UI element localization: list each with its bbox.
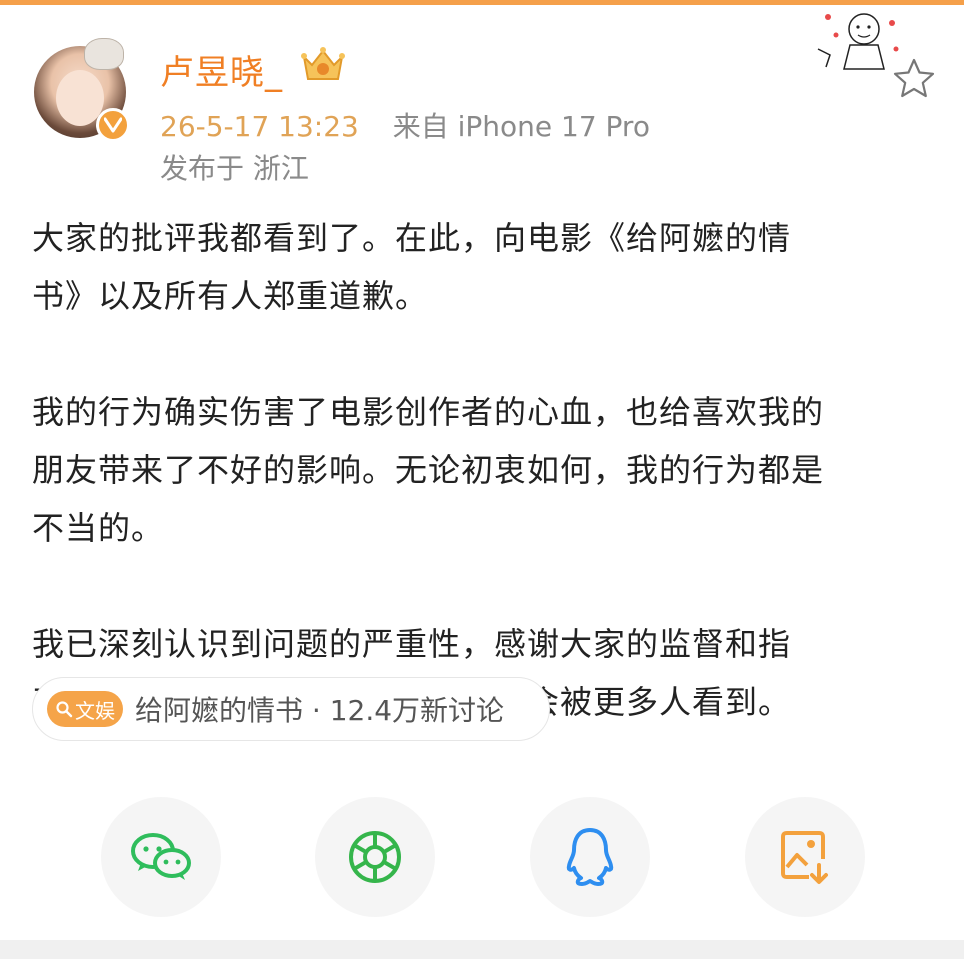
vip-crown-icon[interactable] xyxy=(300,45,346,85)
share-qq-button[interactable] xyxy=(530,797,650,917)
topic-text: 给阿嬷的情书 · 12.4万新讨论 xyxy=(135,694,505,727)
post-paragraph: 大家的批评我都看到了。在此，向电影《给阿嬷的情 书》以及所有人郑重道歉。 xyxy=(32,209,942,325)
bottom-strip xyxy=(0,940,964,959)
share-moments-button[interactable] xyxy=(315,797,435,917)
decorative-sticker-icon xyxy=(817,13,899,70)
post-line: 我的行为确实伤害了电影创作者的心血，也给喜欢我的 xyxy=(32,393,825,431)
qq-icon xyxy=(566,828,614,886)
share-row xyxy=(0,797,964,921)
share-wechat-button[interactable] xyxy=(101,797,221,917)
post-location: 发布于 浙江 xyxy=(160,152,309,185)
star-icon[interactable] xyxy=(892,57,936,99)
post-paragraph: 我的行为确实伤害了电影创作者的心血，也给喜欢我的 朋友带来了不好的影响。无论初衷… xyxy=(32,383,942,557)
topic-tag-label: 文娱 xyxy=(75,698,115,723)
post-line: 我已深刻认识到问题的严重性，感谢大家的监督和指 xyxy=(32,625,792,663)
topic-tag: 文娱 xyxy=(47,691,123,727)
verified-badge-icon xyxy=(96,108,130,142)
save-image-icon xyxy=(781,831,828,884)
post-timestamp: 26-5-17 13:23 xyxy=(160,110,359,143)
search-icon xyxy=(56,701,73,718)
topic-link[interactable]: 文娱 给阿嬷的情书 · 12.4万新讨论 xyxy=(32,677,550,741)
username[interactable]: 卢昱晓_ xyxy=(160,45,283,94)
post-line: 书》以及所有人郑重道歉。 xyxy=(32,277,429,315)
avatar-pendant xyxy=(84,38,124,70)
post-line: 朋友带来了不好的影响。无论初衷如何，我的行为都是 xyxy=(32,451,825,489)
post-line: 大家的批评我都看到了。在此，向电影《给阿嬷的情 xyxy=(32,219,792,257)
save-image-button[interactable] xyxy=(745,797,865,917)
post-source: 来自 iPhone 17 Pro xyxy=(392,110,650,143)
wechat-icon xyxy=(131,833,191,880)
moments-icon xyxy=(349,831,401,883)
post-line: 不当的。 xyxy=(32,509,165,547)
weibo-post-card: 卢昱晓_ 26-5-17 13:23 来自 iPhone 17 Pro 发布于 … xyxy=(0,5,964,940)
post-meta: 26-5-17 13:23 来自 iPhone 17 Pro xyxy=(160,105,650,145)
